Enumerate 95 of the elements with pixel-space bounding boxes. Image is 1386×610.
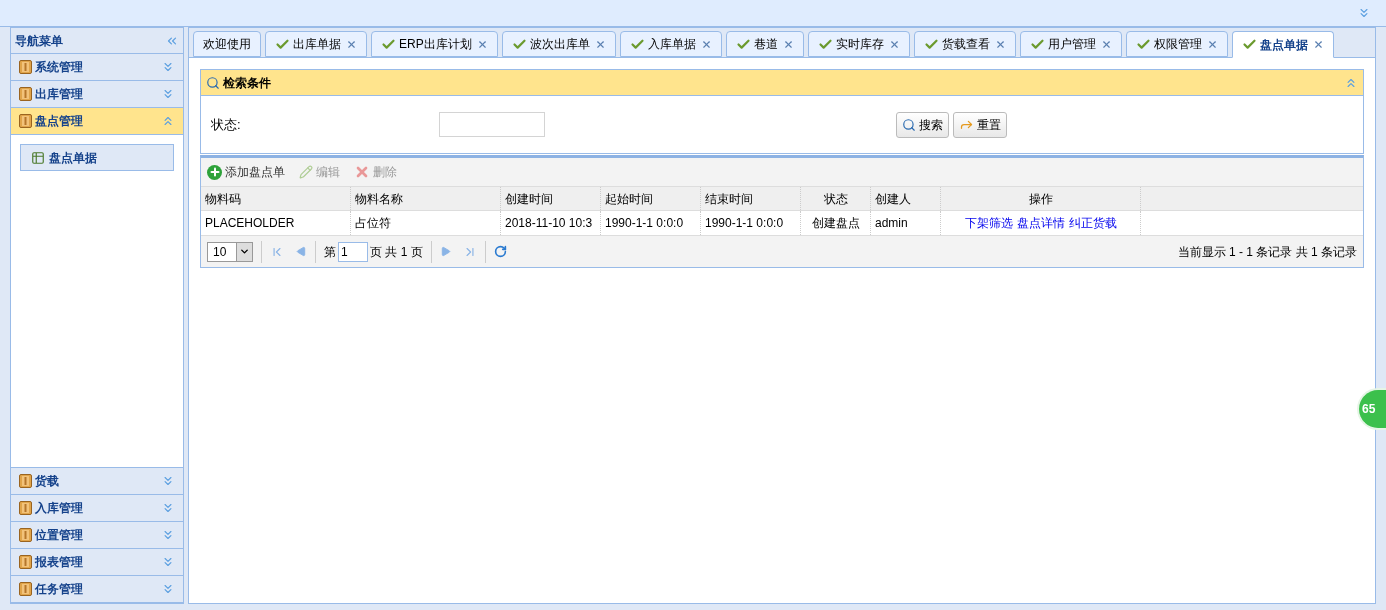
page-input[interactable]: 1 bbox=[338, 241, 368, 262]
tab[interactable]: 入库单据 bbox=[619, 31, 722, 57]
column-header[interactable]: 物料名称 bbox=[351, 187, 501, 210]
refresh-icon[interactable] bbox=[493, 245, 507, 258]
accordion-title: 报表管理 bbox=[35, 554, 84, 571]
tab[interactable]: 用户管理 bbox=[1019, 31, 1122, 57]
action-link[interactable]: 纠正货载 bbox=[1068, 214, 1117, 232]
tab[interactable]: 欢迎使用 bbox=[193, 31, 261, 57]
column-header[interactable]: 起始时间 bbox=[601, 187, 701, 210]
close-icon[interactable] bbox=[346, 38, 357, 50]
tab[interactable]: 盘点单据 bbox=[1231, 31, 1334, 58]
accordion-header[interactable]: 出库管理 bbox=[11, 81, 183, 108]
panel-button[interactable]: 重置 bbox=[953, 111, 1007, 138]
accordion-header[interactable]: 报表管理 bbox=[11, 549, 183, 576]
table-cell: 1990-1-1 0:0:0 bbox=[701, 211, 801, 235]
tab[interactable]: 货载查看 bbox=[913, 31, 1016, 57]
column-header[interactable]: 创建人 bbox=[871, 187, 941, 210]
pager-summary: 当前显示 1 - 1 条记录 共 1 条记录 bbox=[1177, 243, 1357, 261]
table-cell: PLACEHOLDER bbox=[201, 211, 351, 235]
tab[interactable]: ERP出库计划 bbox=[371, 31, 498, 57]
double-chevron-icon[interactable] bbox=[161, 582, 175, 596]
close-icon[interactable] bbox=[1312, 39, 1324, 50]
box-icon bbox=[19, 474, 32, 488]
double-chevron-icon[interactable] bbox=[1357, 6, 1371, 20]
accordion-header[interactable]: 入库管理 bbox=[11, 495, 183, 522]
search-icon bbox=[206, 75, 220, 90]
box-icon bbox=[19, 87, 32, 101]
pager-label: 第 bbox=[324, 243, 336, 261]
status-input[interactable] bbox=[439, 112, 545, 137]
action-link[interactable]: 下架筛选 bbox=[964, 214, 1013, 232]
delete-x-icon bbox=[354, 164, 370, 180]
table-cell: 创建盘点 bbox=[801, 211, 871, 235]
next-page-icon[interactable] bbox=[439, 246, 451, 257]
tab[interactable]: 巷道 bbox=[725, 31, 804, 57]
field-label: 状态: bbox=[211, 115, 242, 134]
accordion-header[interactable]: 位置管理 bbox=[11, 522, 183, 549]
close-icon[interactable] bbox=[594, 38, 606, 50]
page-size-select[interactable]: 10 bbox=[207, 241, 253, 262]
tab[interactable]: 实时库存 bbox=[807, 31, 910, 57]
plus-icon bbox=[207, 164, 222, 180]
box-icon bbox=[19, 528, 32, 542]
action-link[interactable]: 盘点详情 bbox=[1016, 214, 1065, 232]
tab[interactable]: 出库单据 bbox=[265, 31, 367, 57]
column-header[interactable]: 结束时间 bbox=[701, 187, 801, 210]
column-header[interactable]: 状态 bbox=[801, 187, 871, 210]
close-icon[interactable] bbox=[1100, 38, 1112, 50]
close-icon[interactable] bbox=[1206, 38, 1218, 50]
accordion-title: 货载 bbox=[35, 473, 60, 490]
pencil-icon bbox=[299, 165, 313, 179]
tab[interactable]: 权限管理 bbox=[1125, 31, 1228, 57]
box-icon bbox=[19, 555, 32, 569]
close-icon[interactable] bbox=[994, 38, 1006, 50]
box-icon bbox=[19, 501, 32, 515]
box-icon bbox=[19, 60, 32, 74]
panel-button[interactable]: 搜索 bbox=[896, 111, 949, 138]
double-chevron-icon[interactable] bbox=[161, 114, 175, 128]
check-icon bbox=[1241, 37, 1257, 52]
table-cell: 2018-11-10 10:3 bbox=[501, 211, 601, 235]
column-header[interactable]: 物料码 bbox=[201, 187, 351, 210]
close-icon[interactable] bbox=[476, 38, 488, 50]
accordion-title: 盘点管理 bbox=[35, 113, 84, 130]
double-chevron-icon[interactable] bbox=[161, 501, 175, 515]
accordion-header[interactable]: 系统管理 bbox=[11, 54, 183, 81]
close-icon[interactable] bbox=[700, 38, 712, 50]
close-icon[interactable] bbox=[782, 38, 794, 50]
sidebar-title: 导航菜单 bbox=[15, 32, 64, 50]
accordion-title: 出库管理 bbox=[35, 86, 84, 103]
previous-page-icon[interactable] bbox=[296, 246, 307, 257]
table-icon bbox=[31, 150, 45, 165]
accordion-title: 入库管理 bbox=[35, 500, 84, 517]
menu-item[interactable]: 盘点单据 bbox=[20, 144, 174, 171]
tab[interactable]: 波次出库单 bbox=[501, 31, 616, 57]
accordion-title: 系统管理 bbox=[35, 59, 84, 76]
column-header[interactable]: 创建时间 bbox=[501, 187, 601, 210]
table-cell: 1990-1-1 0:0:0 bbox=[601, 211, 701, 235]
table-cell: 占位符 bbox=[351, 211, 501, 235]
double-chevron-icon[interactable] bbox=[161, 87, 175, 101]
double-chevron-icon[interactable] bbox=[161, 528, 175, 542]
pager-label: 页 共 1 页 bbox=[370, 243, 423, 261]
close-icon[interactable] bbox=[888, 38, 900, 50]
accordion-header[interactable]: 货载 bbox=[11, 468, 183, 495]
accordion-header[interactable]: 任务管理 bbox=[11, 576, 183, 603]
table-cell: admin bbox=[871, 211, 941, 235]
box-icon bbox=[19, 114, 32, 128]
double-chevron-icon[interactable] bbox=[161, 474, 175, 488]
column-header[interactable]: 操作 bbox=[941, 187, 1141, 210]
double-chevron-icon[interactable] bbox=[161, 60, 175, 74]
box-icon bbox=[19, 582, 32, 596]
toolbar-button[interactable]: 添加盘点单 bbox=[207, 163, 285, 181]
accordion-title: 任务管理 bbox=[35, 581, 84, 598]
panel-title: 检索条件 bbox=[223, 74, 272, 92]
accordion-title: 位置管理 bbox=[35, 527, 84, 544]
accordion-header[interactable]: 盘点管理 bbox=[11, 108, 183, 135]
double-chevron-icon[interactable] bbox=[161, 555, 175, 569]
search-icon bbox=[902, 117, 916, 132]
